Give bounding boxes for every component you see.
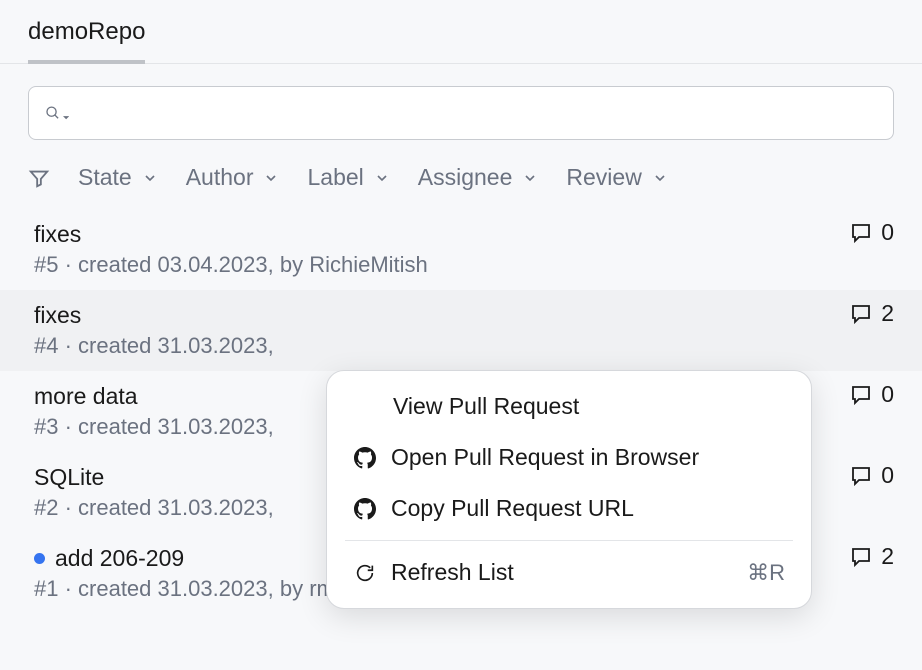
comment-icon [849, 383, 873, 407]
menu-item-label: Refresh List [391, 559, 514, 586]
filter-review[interactable]: Review [566, 164, 667, 191]
refresh-icon [353, 561, 377, 585]
pr-comment-count: 0 [881, 462, 894, 489]
pr-comment-count: 2 [881, 543, 894, 570]
comment-icon [849, 545, 873, 569]
pr-comment-count: 0 [881, 219, 894, 246]
pr-title: more data [34, 383, 138, 410]
menu-item-label: Open Pull Request in Browser [391, 444, 699, 471]
filter-label-label: Label [307, 164, 363, 191]
filter-author-label: Author [186, 164, 254, 191]
menu-item-label: View Pull Request [393, 393, 579, 420]
chevron-down-icon [142, 170, 158, 186]
filter-state[interactable]: State [78, 164, 158, 191]
menu-separator [345, 540, 793, 541]
pr-comment-count: 0 [881, 381, 894, 408]
context-menu: View Pull Request Open Pull Request in B… [326, 370, 812, 609]
menu-copy-url[interactable]: Copy Pull Request URL [327, 483, 811, 534]
filter-author[interactable]: Author [186, 164, 280, 191]
chevron-down-icon [522, 170, 538, 186]
filter-assignee[interactable]: Assignee [418, 164, 539, 191]
chevron-down-icon [374, 170, 390, 186]
search-input[interactable] [28, 86, 894, 140]
filter-state-label: State [78, 164, 132, 191]
comment-icon [849, 464, 873, 488]
list-item[interactable]: fixes #5 · created 03.04.2023, by Richie… [0, 209, 922, 290]
list-item[interactable]: fixes #4 · created 31.03.2023, 2 [0, 290, 922, 371]
github-icon [353, 446, 377, 470]
pr-comment-count: 2 [881, 300, 894, 327]
menu-view-pr[interactable]: View Pull Request [327, 381, 811, 432]
repo-tab[interactable]: demoRepo [28, 18, 145, 64]
github-icon [353, 497, 377, 521]
filter-icon[interactable] [28, 167, 50, 189]
menu-shortcut: ⌘R [747, 560, 785, 586]
filter-label[interactable]: Label [307, 164, 389, 191]
pr-title: fixes [34, 221, 81, 248]
pr-meta: #4 · created 31.03.2023, [34, 333, 894, 359]
search-icon [45, 101, 69, 125]
menu-refresh[interactable]: Refresh List ⌘R [327, 547, 811, 598]
filters-row: State Author Label Assignee Review [0, 140, 922, 209]
filter-review-label: Review [566, 164, 641, 191]
pr-title: add 206-209 [55, 545, 184, 572]
chevron-down-icon [652, 170, 668, 186]
menu-open-browser[interactable]: Open Pull Request in Browser [327, 432, 811, 483]
unread-dot-icon [34, 553, 45, 564]
filter-assignee-label: Assignee [418, 164, 513, 191]
menu-item-label: Copy Pull Request URL [391, 495, 634, 522]
chevron-down-icon [263, 170, 279, 186]
comment-icon [849, 221, 873, 245]
pr-title: SQLite [34, 464, 104, 491]
pr-title: fixes [34, 302, 81, 329]
comment-icon [849, 302, 873, 326]
pr-meta: #5 · created 03.04.2023, by RichieMitish [34, 252, 894, 278]
